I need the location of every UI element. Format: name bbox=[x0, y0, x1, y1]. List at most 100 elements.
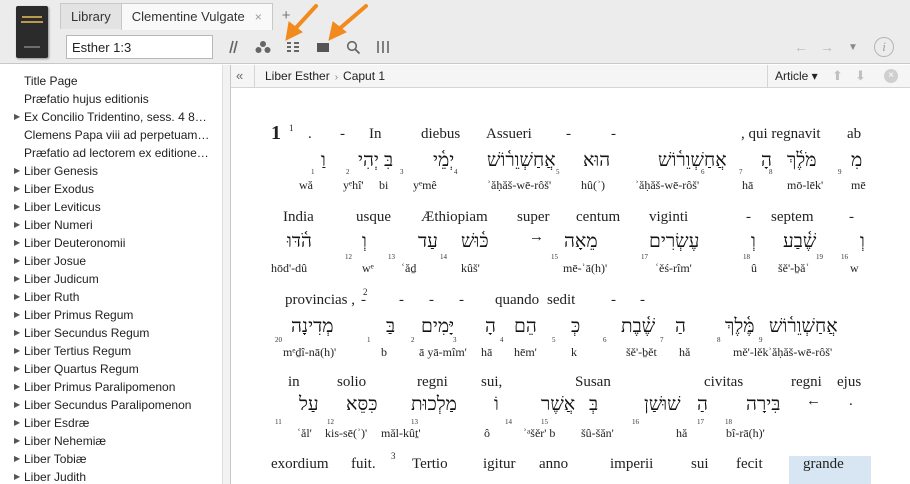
transliteration[interactable]: hă bbox=[676, 426, 687, 441]
hebrew-word[interactable]: מִ bbox=[851, 149, 862, 172]
hebrew-word[interactable]: וְ bbox=[362, 230, 367, 253]
transliteration[interactable]: hēm' bbox=[514, 345, 537, 360]
latin-word[interactable]: quando bbox=[495, 292, 539, 309]
hebrew-word[interactable]: יָּמִים bbox=[421, 315, 454, 338]
hebrew-word[interactable]: וְ bbox=[860, 230, 865, 253]
expand-triangle-icon[interactable]: ▶ bbox=[14, 378, 20, 396]
toc-item[interactable]: Præfatio ad lectorem ex editione… bbox=[0, 144, 215, 162]
hebrew-word[interactable]: אֲחַשְׁוֵר֫וֹשׁ bbox=[658, 149, 727, 172]
latin-word[interactable]: exordium bbox=[271, 456, 329, 473]
transliteration[interactable]: mě'-lěk bbox=[733, 345, 768, 360]
breadcrumb-book[interactable]: Liber Esther bbox=[265, 69, 330, 83]
expand-triangle-icon[interactable]: ▶ bbox=[14, 162, 20, 180]
hebrew-word[interactable]: בַּ bbox=[386, 315, 395, 338]
hebrew-word[interactable]: מַלְכוּת bbox=[411, 393, 457, 416]
hebrew-word[interactable]: עַד bbox=[418, 230, 438, 253]
panel-icon[interactable] bbox=[308, 36, 338, 58]
latin-word[interactable]: sedit bbox=[547, 292, 575, 309]
hebrew-word[interactable]: הַ bbox=[697, 393, 708, 416]
transliteration[interactable]: kis-sē(ʾ)' bbox=[325, 426, 367, 441]
latin-word[interactable]: - bbox=[399, 292, 404, 309]
toc-item[interactable]: ▶ Liber Tobiæ bbox=[0, 450, 215, 468]
close-pane-icon[interactable]: × bbox=[884, 69, 898, 83]
expand-triangle-icon[interactable]: ▶ bbox=[14, 396, 20, 414]
hebrew-word[interactable]: מֵאָה bbox=[564, 230, 598, 253]
hebrew-word[interactable]: בִּירָה bbox=[746, 393, 780, 416]
latin-word[interactable]: - bbox=[340, 126, 345, 143]
latin-word[interactable]: provincias , bbox=[285, 292, 355, 309]
latin-word[interactable]: septem bbox=[771, 209, 814, 226]
latin-word[interactable]: Assueri bbox=[486, 126, 532, 143]
forward-arrow-icon[interactable]: → bbox=[814, 39, 840, 55]
tab-close-icon[interactable]: × bbox=[255, 10, 262, 24]
transliteration[interactable]: šě'-ḇăʿ bbox=[778, 261, 809, 276]
hebrew-word[interactable]: אֲשֶׁר bbox=[541, 393, 575, 416]
sidebar-scrollbar[interactable] bbox=[222, 65, 230, 484]
latin-word[interactable]: India bbox=[283, 209, 314, 226]
toc-item[interactable]: ▶ Liber Numeri bbox=[0, 216, 215, 234]
transliteration[interactable]: w bbox=[850, 261, 859, 276]
toc-item[interactable]: ▶ Ex Concilio Tridentino, sess. 4 8… bbox=[0, 108, 215, 126]
expand-triangle-icon[interactable]: ▶ bbox=[14, 108, 20, 126]
toc-item[interactable]: Præfatio hujus editionis bbox=[0, 90, 215, 108]
latin-word[interactable]: fecit bbox=[736, 456, 763, 473]
hebrew-word[interactable]: הֵם bbox=[514, 315, 537, 338]
transliteration[interactable]: măl-kûṯ' bbox=[381, 426, 421, 441]
latin-word[interactable]: - bbox=[429, 292, 434, 309]
transliteration[interactable]: bi bbox=[379, 178, 388, 193]
toc-item[interactable]: ▶ Liber Secundus Paralipomenon bbox=[0, 396, 215, 414]
expand-triangle-icon[interactable]: ▶ bbox=[14, 414, 20, 432]
latin-word[interactable]: . bbox=[308, 126, 312, 143]
transliteration[interactable]: ʿěś-rîm' bbox=[655, 261, 692, 276]
transliteration[interactable]: ʿăl' bbox=[297, 426, 312, 441]
transliteration[interactable]: hā bbox=[742, 178, 753, 193]
transliteration[interactable]: ʾᵃšěr' b bbox=[523, 426, 555, 441]
latin-word[interactable]: regni bbox=[791, 374, 822, 391]
transliteration[interactable]: ʾăḥăš-wē-rôš' bbox=[487, 178, 551, 193]
latin-word[interactable]: - bbox=[640, 292, 645, 309]
hebrew-word[interactable]: וַ bbox=[321, 149, 326, 172]
hebrew-word[interactable]: וְ bbox=[751, 230, 756, 253]
toc-item[interactable]: ▶ Liber Josue bbox=[0, 252, 215, 270]
hebrew-word[interactable]: הַ bbox=[675, 315, 686, 338]
transliteration[interactable]: k bbox=[571, 345, 577, 360]
hebrew-word[interactable]: מֹּלֶ֫ךְ bbox=[787, 149, 816, 172]
expand-triangle-icon[interactable]: ▶ bbox=[14, 432, 20, 450]
transliteration[interactable]: hû(ʾ) bbox=[581, 178, 605, 193]
latin-word[interactable]: sui, bbox=[481, 374, 502, 391]
latin-word[interactable]: Susan bbox=[575, 374, 611, 391]
latin-word[interactable]: usque bbox=[356, 209, 391, 226]
transliteration[interactable]: mē-ʾā(h)' bbox=[563, 261, 607, 276]
toc-item[interactable]: ▶ Liber Tertius Regum bbox=[0, 342, 215, 360]
expand-triangle-icon[interactable]: ▶ bbox=[14, 468, 20, 484]
transliteration[interactable]: mē bbox=[851, 178, 866, 193]
hebrew-word[interactable]: שֶׁ֫בֶת bbox=[621, 315, 655, 338]
hebrew-word[interactable]: אֲחַשְׁוֵר֫וֹשׁ bbox=[769, 315, 838, 338]
toc-item[interactable]: Title Page bbox=[0, 72, 215, 90]
latin-word[interactable]: fuit. bbox=[351, 456, 376, 473]
transliteration[interactable]: hā bbox=[481, 345, 492, 360]
transliteration[interactable]: bî-rā(h)' bbox=[726, 426, 765, 441]
expand-triangle-icon[interactable]: ▶ bbox=[14, 324, 20, 342]
hebrew-word[interactable]: כְּ bbox=[571, 315, 580, 338]
info-icon[interactable]: i bbox=[874, 37, 894, 57]
toc-item[interactable]: ▶ Liber Quartus Regum bbox=[0, 360, 215, 378]
transliteration[interactable]: yᵉhî' bbox=[343, 178, 364, 193]
latin-word[interactable]: Tertio bbox=[412, 456, 448, 473]
new-tab-button[interactable]: + bbox=[272, 3, 301, 29]
next-arrow-icon[interactable]: ⬇ bbox=[855, 68, 866, 84]
transliteration[interactable]: šû-šăn' bbox=[581, 426, 614, 441]
expand-triangle-icon[interactable]: ▶ bbox=[14, 288, 20, 306]
latin-word[interactable]: super bbox=[517, 209, 550, 226]
latin-word[interactable]: centum bbox=[576, 209, 620, 226]
latin-word[interactable]: diebus bbox=[421, 126, 460, 143]
latin-word[interactable]: In bbox=[369, 126, 382, 143]
hebrew-word[interactable]: יְמֵ֫י bbox=[433, 149, 454, 172]
transliteration[interactable]: kûš' bbox=[461, 261, 480, 276]
latin-word[interactable]: grande bbox=[803, 456, 844, 473]
latin-word[interactable]: imperii bbox=[610, 456, 653, 473]
previous-arrow-icon[interactable]: ⬆ bbox=[832, 68, 843, 84]
hebrew-word[interactable]: הָ bbox=[485, 315, 496, 338]
transliteration[interactable]: šě'-ḇět bbox=[626, 345, 657, 360]
book-cover-thumbnail[interactable] bbox=[16, 6, 48, 58]
